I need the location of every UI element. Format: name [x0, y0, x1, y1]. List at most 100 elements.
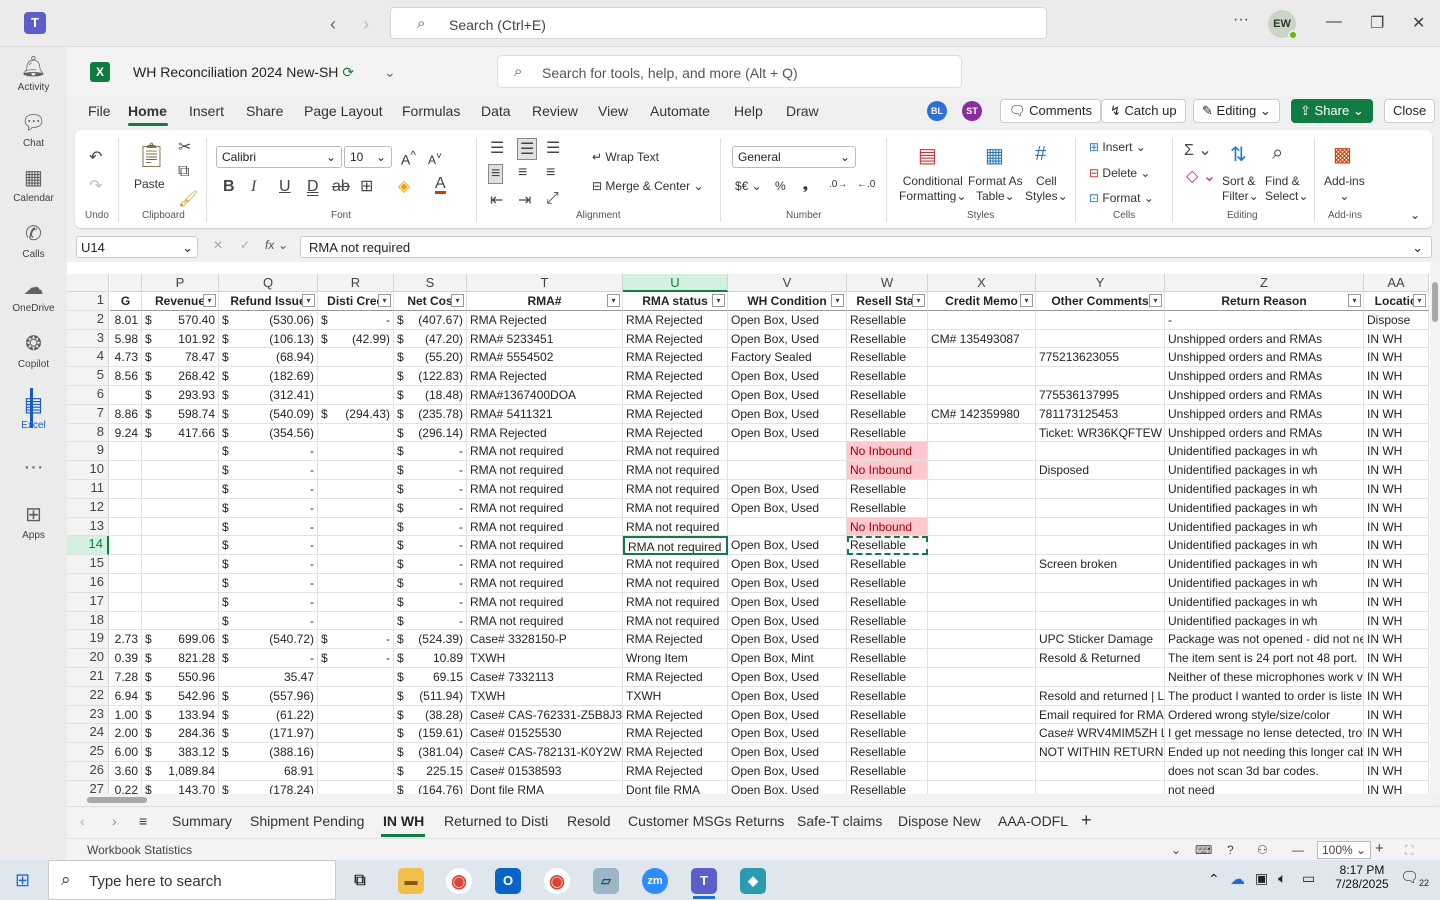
table-cell[interactable]: Resellable	[847, 762, 928, 781]
filter-dropdown-icon[interactable]: ▾	[1020, 294, 1033, 307]
table-cell[interactable]: Ordered wrong style/size/color	[1165, 705, 1364, 725]
more-options-icon[interactable]: ···	[1233, 11, 1249, 29]
table-cell[interactable]	[318, 574, 394, 593]
table-cell[interactable]: 781173125453	[1036, 404, 1165, 424]
table-cell[interactable]: Unidentified packages in wh	[1165, 461, 1364, 480]
font-color-icon[interactable]: A	[435, 176, 446, 194]
table-cell[interactable]	[318, 668, 394, 687]
table-cell[interactable]: Resellable	[847, 780, 928, 794]
table-cell[interactable]: Case# 3328150-P	[467, 630, 623, 650]
undo-icon[interactable]: ↶	[89, 147, 102, 167]
table-cell[interactable]: $ (106.13)	[219, 329, 318, 349]
table-cell[interactable]	[928, 442, 1036, 462]
table-cell[interactable]: $225.15	[394, 762, 467, 781]
table-cell[interactable]: $268.42	[142, 367, 219, 386]
table-cell[interactable]: $293.93	[142, 386, 219, 405]
table-cell[interactable]: 3.60	[110, 762, 142, 781]
row-header[interactable]: 10	[67, 461, 109, 480]
table-cell[interactable]	[318, 348, 394, 368]
minimize-icon[interactable]: —	[1326, 13, 1342, 31]
table-cell[interactable]	[1036, 517, 1165, 537]
table-cell[interactable]: Open Box, Mint	[728, 649, 847, 668]
table-cell[interactable]: $ (294.43)	[318, 404, 394, 424]
table-cell[interactable]: Resellable	[847, 668, 928, 687]
table-cell[interactable]: Open Box, Used	[728, 611, 847, 631]
zoom-in-icon[interactable]: +	[1375, 840, 1384, 857]
table-cell[interactable]: $78.47	[142, 348, 219, 368]
sheet-tab-safe-t-claims[interactable]: Safe-T claims	[797, 813, 882, 829]
align-center-icon[interactable]: ≡	[518, 164, 527, 182]
table-cell[interactable]: $69.15	[394, 668, 467, 687]
clear-icon[interactable]: ◇ ⌄	[1186, 166, 1216, 186]
table-cell[interactable]: 1.00	[110, 705, 142, 725]
zoom-app-icon[interactable]: zm	[642, 868, 668, 894]
rail-copilot[interactable]: ❂ Copilot	[0, 332, 67, 370]
maximize-icon[interactable]: ❐	[1370, 13, 1384, 33]
table-cell[interactable]: Unshipped orders and RMAs	[1165, 386, 1364, 405]
table-cell[interactable]	[928, 592, 1036, 612]
table-cell[interactable]	[318, 743, 394, 762]
table-cell[interactable]	[1036, 367, 1165, 386]
table-cell[interactable]: 9.24	[110, 423, 142, 443]
table-cell[interactable]: Unidentified packages in wh	[1165, 517, 1364, 537]
table-cell[interactable]	[928, 310, 1036, 330]
insert-function-icon[interactable]: fx ⌄	[265, 238, 288, 252]
table-header-cell[interactable]: WH Condition ▾	[728, 292, 847, 311]
table-cell[interactable]	[110, 574, 142, 593]
table-cell[interactable]	[728, 442, 847, 462]
table-cell[interactable]: 8.01	[110, 310, 142, 330]
table-cell[interactable]: RMA not required	[623, 536, 728, 556]
tab-data[interactable]: Data	[481, 103, 511, 119]
filter-dropdown-icon[interactable]: ▾	[1413, 294, 1426, 307]
bold-icon[interactable]: B	[223, 178, 235, 196]
table-cell[interactable]: $ -	[394, 442, 467, 462]
align-left-icon[interactable]: ≡	[488, 164, 504, 184]
table-cell[interactable]: RMA Rejected	[623, 630, 728, 650]
table-cell[interactable]: 0.22	[110, 780, 142, 794]
table-cell[interactable]: Open Box, Used	[728, 423, 847, 443]
network-icon[interactable]: ▭	[1302, 870, 1315, 887]
table-cell[interactable]: 0.39	[110, 649, 142, 668]
row-header[interactable]: 17	[67, 592, 109, 612]
table-cell[interactable]: $ (55.20)	[394, 348, 467, 368]
table-header-cell[interactable]: Resell Stat ▾	[847, 292, 928, 311]
editing-mode-button[interactable]: ✎ Editing ⌄	[1193, 99, 1280, 123]
table-cell[interactable]: $417.66	[142, 423, 219, 443]
paste-icon[interactable]: 📋︎	[136, 141, 166, 170]
teams-icon[interactable]: T	[691, 868, 717, 894]
table-cell[interactable]: IN WH	[1364, 348, 1429, 368]
table-cell[interactable]: IN WH	[1364, 536, 1429, 556]
column-header[interactable]: U	[623, 274, 728, 292]
table-cell[interactable]: $ -	[219, 611, 318, 631]
rail-more[interactable]: ···	[0, 455, 67, 482]
close-button[interactable]: Close	[1384, 99, 1436, 123]
table-cell[interactable]: Package was not opened - did not ne	[1165, 630, 1364, 650]
table-cell[interactable]: $ -	[219, 498, 318, 518]
workbook-statistics-button[interactable]: Workbook Statistics	[87, 843, 192, 857]
table-cell[interactable]: $ -	[394, 574, 467, 593]
row-header[interactable]: 27	[67, 780, 109, 794]
chrome-icon[interactable]: ◉	[446, 868, 472, 894]
autosum-icon[interactable]: Σ ⌄	[1184, 140, 1212, 160]
table-cell[interactable]: RMA not required	[623, 574, 728, 593]
taskbar-search-input[interactable]: ⌕ Type here to search	[48, 860, 336, 900]
underline-icon[interactable]: U	[279, 178, 291, 196]
name-box[interactable]: U14 ⌄	[76, 236, 198, 258]
table-cell[interactable]: Dispose	[1364, 310, 1429, 330]
table-cell[interactable]: RMA not required	[623, 592, 728, 612]
tab-insert[interactable]: Insert	[189, 103, 224, 119]
percent-format-icon[interactable]: %	[775, 179, 786, 193]
row-header[interactable]: 23	[67, 705, 109, 725]
table-cell[interactable]: Resellable	[847, 480, 928, 499]
delete-cells-button[interactable]: ⊟ Delete ⌄	[1089, 166, 1150, 180]
table-cell[interactable]: Case# 01525530	[467, 724, 623, 744]
align-bottom-icon[interactable]: ☰	[546, 138, 560, 158]
filter-dropdown-icon[interactable]: ▾	[203, 294, 216, 307]
filter-dropdown-icon[interactable]: ▾	[831, 294, 844, 307]
table-cell[interactable]: TXWH	[467, 686, 623, 706]
row-header[interactable]: 21	[67, 668, 109, 687]
table-cell[interactable]: $ (164.76)	[394, 780, 467, 794]
table-cell[interactable]	[142, 461, 219, 480]
table-cell[interactable]: Open Box, Used	[728, 724, 847, 744]
table-cell[interactable]	[928, 780, 1036, 794]
